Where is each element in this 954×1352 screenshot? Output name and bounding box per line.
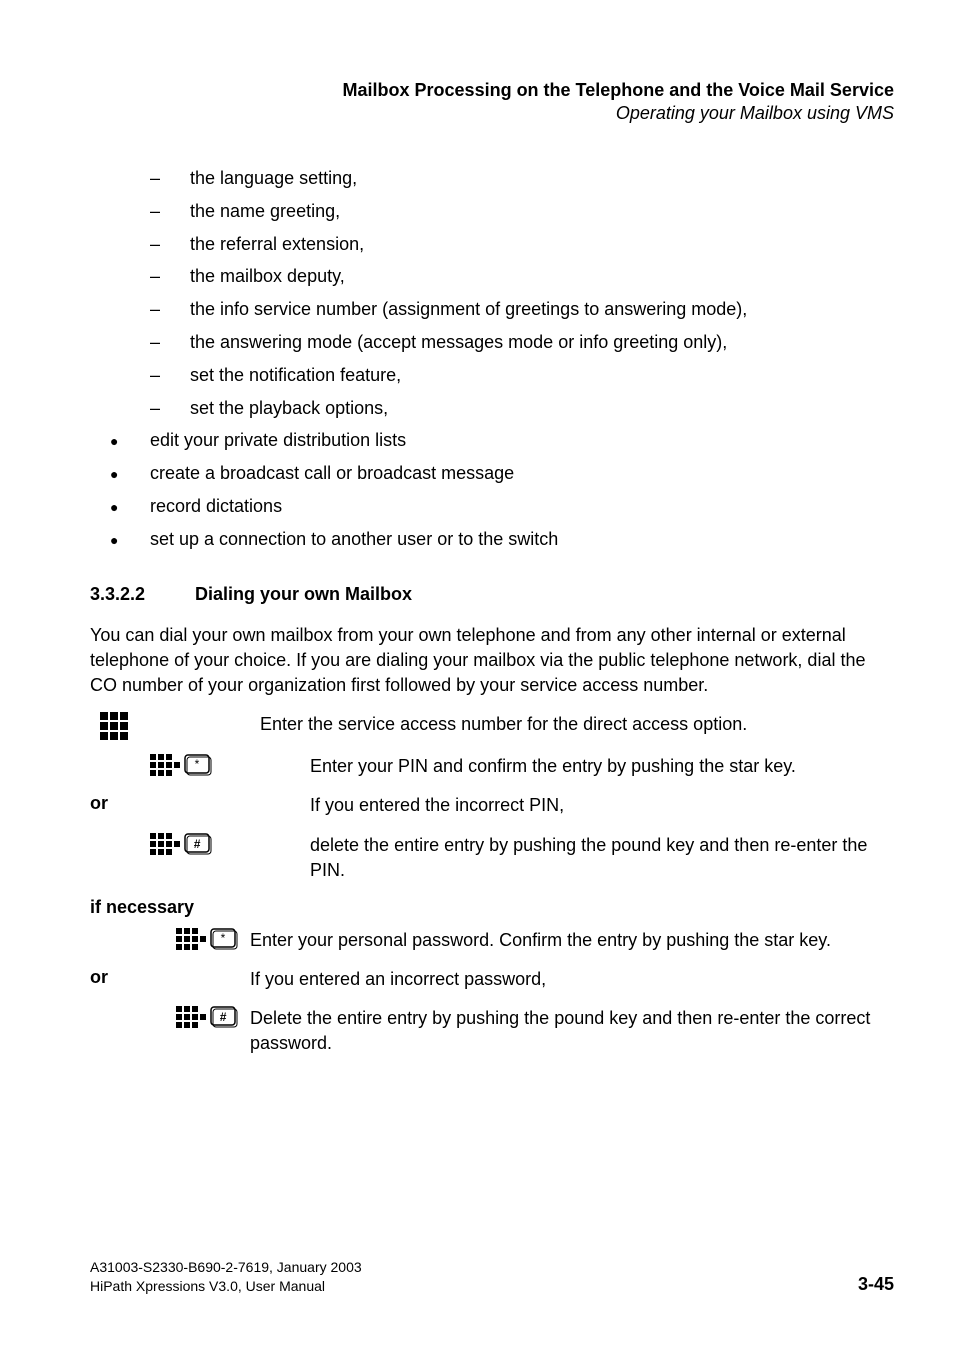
list-text: the language setting,	[190, 164, 357, 193]
list-text: the mailbox deputy,	[190, 262, 345, 291]
keypad-icon	[176, 928, 206, 950]
step-row: delete the entire entry by pushing the p…	[90, 833, 894, 883]
section-number: 3.3.2.2	[90, 584, 190, 605]
intro-paragraph: You can dial your own mailbox from your …	[90, 623, 894, 699]
list-text: set up a connection to another user or t…	[150, 525, 558, 554]
keypad-icon	[100, 712, 128, 740]
list-item: –the answering mode (accept messages mod…	[150, 328, 894, 357]
keypad-icon	[150, 833, 180, 855]
list-item: ●set up a connection to another user or …	[110, 525, 894, 554]
step-text: delete the entire entry by pushing the p…	[310, 833, 894, 883]
list-item: –set the playback options,	[150, 394, 894, 423]
step-row: If you entered the incorrect PIN,	[90, 793, 894, 818]
list-text: set the notification feature,	[190, 361, 401, 390]
section-title: Dialing your own Mailbox	[195, 584, 412, 604]
pound-key-icon	[184, 833, 214, 857]
keypad-icon	[150, 754, 180, 776]
list-text: the referral extension,	[190, 230, 364, 259]
pound-key-icon	[210, 1006, 240, 1030]
star-key-icon	[184, 754, 214, 778]
step-row: Delete the entire entry by pushing the p…	[90, 1006, 894, 1056]
list-item: –the mailbox deputy,	[150, 262, 894, 291]
header-title: Mailbox Processing on the Telephone and …	[90, 80, 894, 101]
list-item: –the info service number (assignment of …	[150, 295, 894, 324]
list-text: the name greeting,	[190, 197, 340, 226]
step-row: If you entered an incorrect password,	[90, 967, 894, 992]
step-text: If you entered an incorrect password,	[250, 967, 894, 992]
list-item: –set the notification feature,	[150, 361, 894, 390]
list-text: create a broadcast call or broadcast mes…	[150, 459, 514, 488]
page-header: Mailbox Processing on the Telephone and …	[90, 80, 894, 124]
or-label: or	[90, 793, 108, 814]
list-text: edit your private distribution lists	[150, 426, 406, 455]
step-row: Enter the service access number for the …	[90, 712, 894, 740]
footer-line2: HiPath Xpressions V3.0, User Manual	[90, 1277, 894, 1297]
star-key-icon	[210, 928, 240, 952]
list-item: ●create a broadcast call or broadcast me…	[110, 459, 894, 488]
list-text: record dictations	[150, 492, 282, 521]
footer-line1: A31003-S2330-B690-2-7619, January 2003	[90, 1258, 894, 1278]
list-item: –the referral extension,	[150, 230, 894, 259]
step-row: Enter your PIN and confirm the entry by …	[90, 754, 894, 779]
list-item: ●edit your private distribution lists	[110, 426, 894, 455]
if-necessary-label: if necessary	[90, 897, 894, 918]
section-heading: 3.3.2.2 Dialing your own Mailbox	[90, 584, 894, 605]
page-footer: A31003-S2330-B690-2-7619, January 2003 H…	[90, 1258, 894, 1297]
page-number: 3-45	[858, 1272, 894, 1297]
header-subtitle: Operating your Mailbox using VMS	[90, 103, 894, 124]
list-text: the answering mode (accept messages mode…	[190, 328, 727, 357]
list-item: –the language setting,	[150, 164, 894, 193]
list-item: ●record dictations	[110, 492, 894, 521]
step-text: Enter your PIN and confirm the entry by …	[310, 754, 894, 779]
step-text: Enter your personal password. Confirm th…	[250, 928, 894, 953]
list-item: –the name greeting,	[150, 197, 894, 226]
step-row: Enter your personal password. Confirm th…	[90, 928, 894, 953]
keypad-icon	[176, 1006, 206, 1028]
list-text: set the playback options,	[190, 394, 388, 423]
or-label: or	[90, 967, 108, 988]
step-text: If you entered the incorrect PIN,	[310, 793, 894, 818]
list-text: the info service number (assignment of g…	[190, 295, 747, 324]
step-text: Enter the service access number for the …	[260, 712, 894, 737]
step-text: Delete the entire entry by pushing the p…	[250, 1006, 894, 1056]
